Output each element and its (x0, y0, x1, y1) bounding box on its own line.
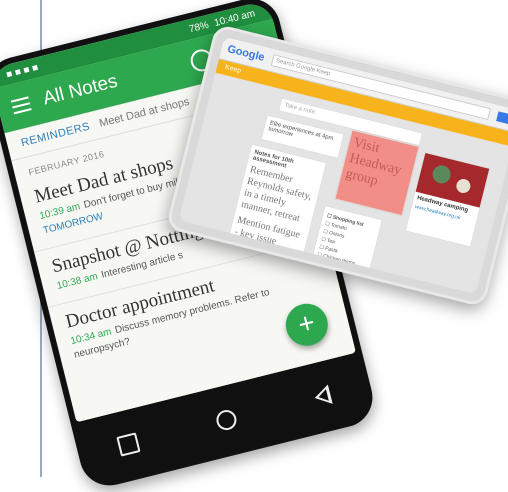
battery-level: 78% (187, 19, 210, 35)
shopping-list-card[interactable]: Shopping list Tomato Onions Tea Pasta Ch… (310, 205, 383, 283)
google-logo: Google (226, 43, 266, 64)
recent-apps-icon[interactable] (115, 432, 141, 457)
image-note-card[interactable]: Headway camping www.headway.org.uk (404, 151, 491, 248)
red-note-text: Visit Headway group (344, 135, 403, 189)
memo-card[interactable]: Notes for 10th assessment Remember Reyno… (228, 143, 328, 256)
search-button[interactable] (496, 111, 508, 125)
home-icon[interactable] (214, 407, 239, 433)
hamburger-menu-icon[interactable] (10, 96, 32, 115)
back-icon[interactable] (312, 384, 333, 408)
red-note-card[interactable]: Visit Headway group (334, 129, 420, 217)
